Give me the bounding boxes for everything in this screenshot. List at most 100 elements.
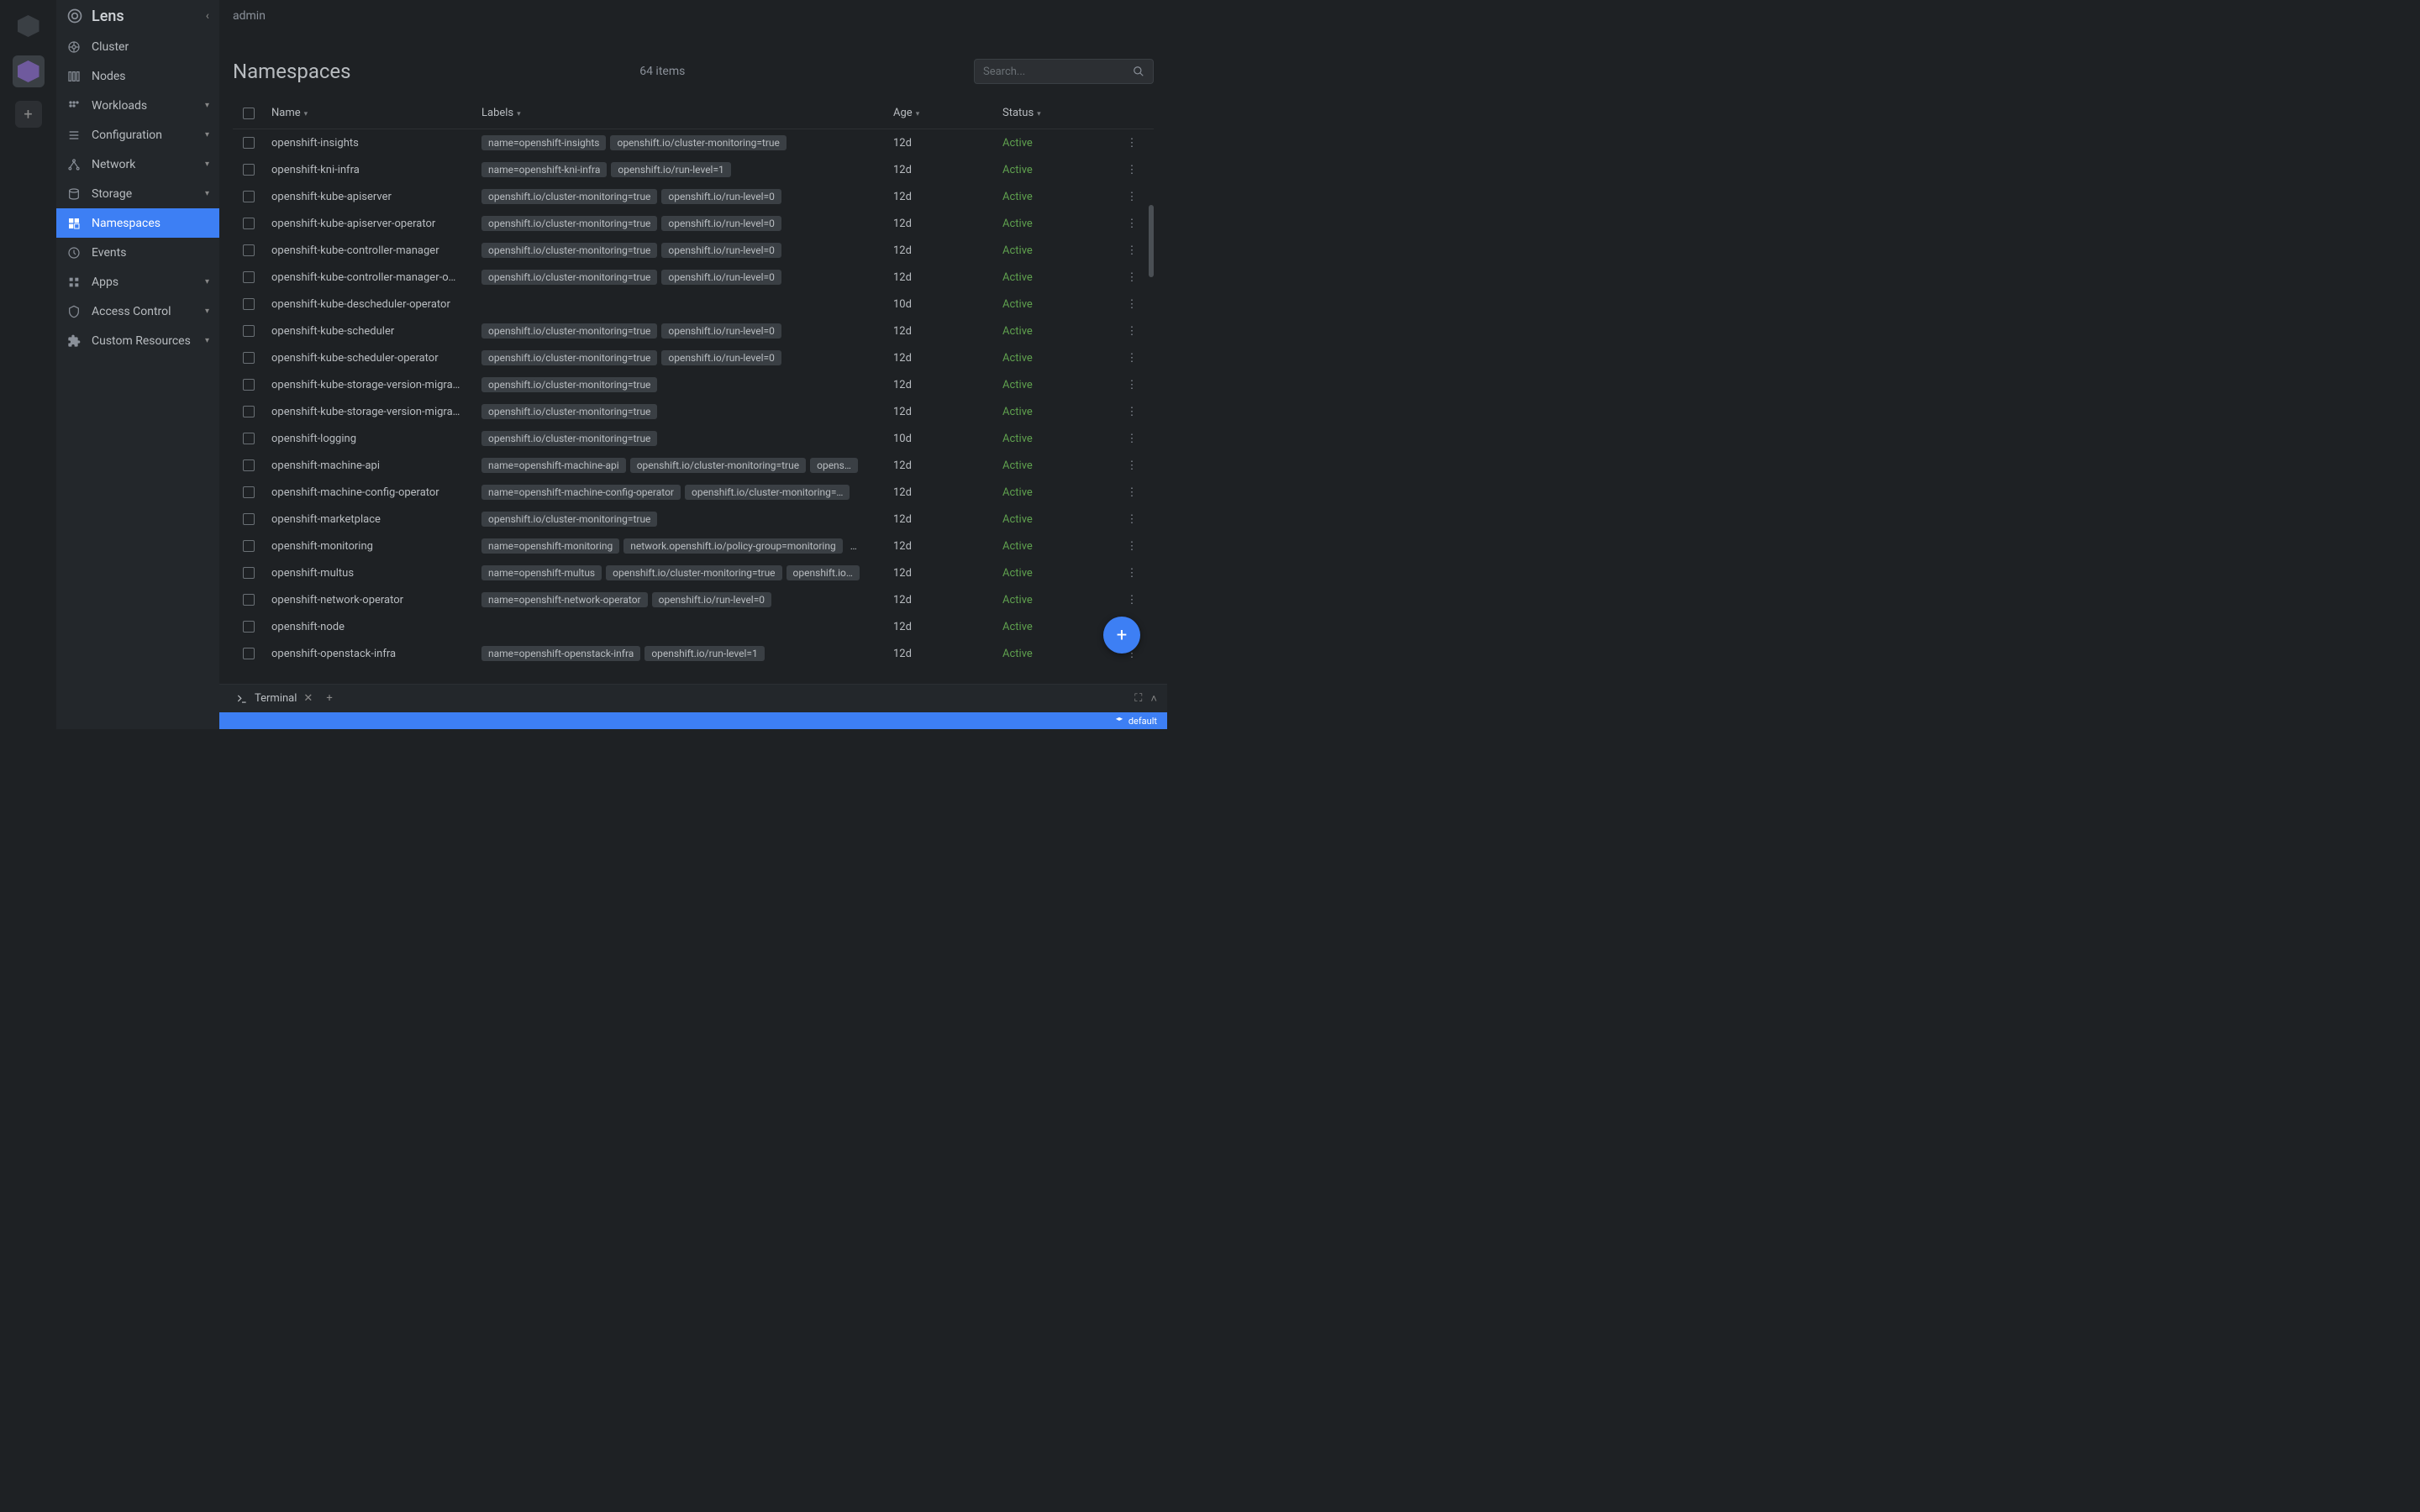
namespace-label[interactable]: name=openshift-machine-config-operator (481, 485, 681, 500)
sidebar-item-nodes[interactable]: Nodes (56, 61, 219, 91)
namespace-label[interactable]: name=openshift-network-operator (481, 592, 648, 607)
namespace-label[interactable]: openshift.io/run-level=0 (661, 189, 781, 204)
namespace-label[interactable]: openshift.io/cluster-monitoring=true (606, 565, 781, 580)
row-menu-button[interactable]: ⋮ (1120, 594, 1144, 606)
namespace-label[interactable]: openshift.io/run-level=0 (661, 216, 781, 231)
more-labels[interactable]: … (847, 538, 860, 554)
row-menu-button[interactable]: ⋮ (1120, 433, 1144, 445)
table-row[interactable]: openshift-kube-scheduler-operator opensh… (233, 344, 1154, 371)
namespace-label[interactable]: openshift.io… (786, 565, 860, 580)
table-row[interactable]: openshift-kube-storage-version-migra… op… (233, 398, 1154, 425)
table-row[interactable]: openshift-monitoring name=openshift-moni… (233, 533, 1154, 559)
add-terminal-tab[interactable]: + (326, 692, 332, 705)
sidebar-item-configuration[interactable]: Configuration▾ (56, 120, 219, 150)
sidebar-item-access-control[interactable]: Access Control▾ (56, 297, 219, 326)
table-row[interactable]: openshift-logging openshift.io/cluster-m… (233, 425, 1154, 452)
table-row[interactable]: openshift-insights name=openshift-insigh… (233, 129, 1154, 156)
table-row[interactable]: openshift-marketplace openshift.io/clust… (233, 506, 1154, 533)
row-checkbox[interactable] (243, 594, 255, 606)
namespace-label[interactable]: openshift.io/cluster-monitoring=true (481, 243, 657, 258)
row-checkbox[interactable] (243, 191, 255, 202)
sidebar-item-namespaces[interactable]: Namespaces (56, 208, 219, 238)
row-menu-button[interactable]: ⋮ (1120, 406, 1144, 418)
table-row[interactable]: openshift-node 12d Active ⋮ (233, 613, 1154, 640)
search-input[interactable] (983, 66, 1133, 78)
row-checkbox[interactable] (243, 244, 255, 256)
row-checkbox[interactable] (243, 406, 255, 417)
namespace-label[interactable]: openshift.io/cluster-monitoring=true (481, 270, 657, 285)
namespace-label[interactable]: openshift.io/run-level=0 (661, 323, 781, 339)
row-menu-button[interactable]: ⋮ (1120, 137, 1144, 150)
row-menu-button[interactable]: ⋮ (1120, 325, 1144, 338)
namespace-label[interactable]: openshift.io/cluster-monitoring=true (481, 404, 657, 419)
row-checkbox[interactable] (243, 352, 255, 364)
namespace-label[interactable]: name=openshift-monitoring (481, 538, 619, 554)
row-checkbox[interactable] (243, 164, 255, 176)
table-row[interactable]: openshift-openstack-infra name=openshift… (233, 640, 1154, 667)
column-labels[interactable]: Labels (481, 107, 893, 119)
namespace-label[interactable]: openshift.io/run-level=1 (611, 162, 730, 177)
table-row[interactable]: openshift-kube-apiserver-operator opensh… (233, 210, 1154, 237)
table-row[interactable]: openshift-machine-config-operator name=o… (233, 479, 1154, 506)
namespace-label[interactable]: name=openshift-multus (481, 565, 602, 580)
table-row[interactable]: openshift-kube-apiserver openshift.io/cl… (233, 183, 1154, 210)
sidebar-item-network[interactable]: Network▾ (56, 150, 219, 179)
row-menu-button[interactable]: ⋮ (1120, 352, 1144, 365)
table-row[interactable]: openshift-multus name=openshift-multusop… (233, 559, 1154, 586)
namespace-label[interactable]: name=openshift-openstack-infra (481, 646, 640, 661)
select-all-checkbox[interactable] (243, 108, 255, 119)
namespace-label[interactable]: openshift.io/cluster-monitoring=true (481, 189, 657, 204)
table-row[interactable]: openshift-kube-storage-version-migra… op… (233, 371, 1154, 398)
row-checkbox[interactable] (243, 298, 255, 310)
column-status[interactable]: Status (1002, 107, 1120, 119)
row-checkbox[interactable] (243, 648, 255, 659)
namespace-label[interactable]: name=openshift-kni-infra (481, 162, 607, 177)
table-row[interactable]: openshift-network-operator name=openshif… (233, 586, 1154, 613)
namespace-label[interactable]: openshift.io/run-level=0 (661, 270, 781, 285)
row-checkbox[interactable] (243, 218, 255, 229)
row-menu-button[interactable]: ⋮ (1120, 164, 1144, 176)
row-menu-button[interactable]: ⋮ (1120, 513, 1144, 526)
sidebar-item-storage[interactable]: Storage▾ (56, 179, 219, 208)
namespace-label[interactable]: opens… (810, 458, 858, 473)
sidebar-item-events[interactable]: Events (56, 238, 219, 267)
row-menu-button[interactable]: ⋮ (1120, 540, 1144, 553)
namespace-label[interactable]: openshift.io/cluster-monitoring=true (481, 216, 657, 231)
row-checkbox[interactable] (243, 137, 255, 149)
sidebar-item-cluster[interactable]: Cluster (56, 32, 219, 61)
rail-cluster-1[interactable] (13, 10, 45, 42)
namespace-label[interactable]: openshift.io/run-level=0 (661, 350, 781, 365)
row-menu-button[interactable]: ⋮ (1120, 379, 1144, 391)
row-checkbox[interactable] (243, 513, 255, 525)
sidebar-item-apps[interactable]: Apps▾ (56, 267, 219, 297)
row-menu-button[interactable]: ⋮ (1120, 191, 1144, 203)
row-menu-button[interactable]: ⋮ (1120, 567, 1144, 580)
rail-cluster-2[interactable] (13, 55, 45, 87)
row-checkbox[interactable] (243, 325, 255, 337)
fullscreen-icon[interactable]: ⛶ (1134, 692, 1142, 706)
row-menu-button[interactable]: ⋮ (1120, 298, 1144, 311)
column-age[interactable]: Age (893, 107, 1002, 119)
table-row[interactable]: openshift-kube-controller-manager-o… ope… (233, 264, 1154, 291)
row-checkbox[interactable] (243, 567, 255, 579)
row-menu-button[interactable]: ⋮ (1120, 459, 1144, 472)
namespace-label[interactable]: openshift.io/cluster-monitoring=true (610, 135, 786, 150)
row-menu-button[interactable]: ⋮ (1120, 218, 1144, 230)
search-box[interactable] (974, 59, 1154, 84)
row-checkbox[interactable] (243, 271, 255, 283)
namespace-label[interactable]: openshift.io/cluster-monitoring=true (630, 458, 806, 473)
chevron-up-icon[interactable]: ˄ (1150, 692, 1157, 706)
namespace-label[interactable]: name=openshift-machine-api (481, 458, 626, 473)
scrollbar-thumb[interactable] (1149, 205, 1154, 277)
terminal-tab[interactable]: Terminal ✕ (229, 692, 319, 705)
table-row[interactable]: openshift-kube-descheduler-operator 10d … (233, 291, 1154, 318)
namespace-label[interactable]: openshift.io/run-level=1 (644, 646, 764, 661)
namespace-label[interactable]: openshift.io/run-level=0 (661, 243, 781, 258)
sidebar-item-custom-resources[interactable]: Custom Resources▾ (56, 326, 219, 355)
namespace-label[interactable]: openshift.io/cluster-monitoring=true (481, 350, 657, 365)
column-name[interactable]: Name (271, 107, 481, 119)
sidebar-item-workloads[interactable]: Workloads▾ (56, 91, 219, 120)
namespace-label[interactable]: openshift.io/cluster-monitoring=… (685, 485, 850, 500)
table-row[interactable]: openshift-kube-controller-manager opensh… (233, 237, 1154, 264)
table-row[interactable]: openshift-kube-scheduler openshift.io/cl… (233, 318, 1154, 344)
